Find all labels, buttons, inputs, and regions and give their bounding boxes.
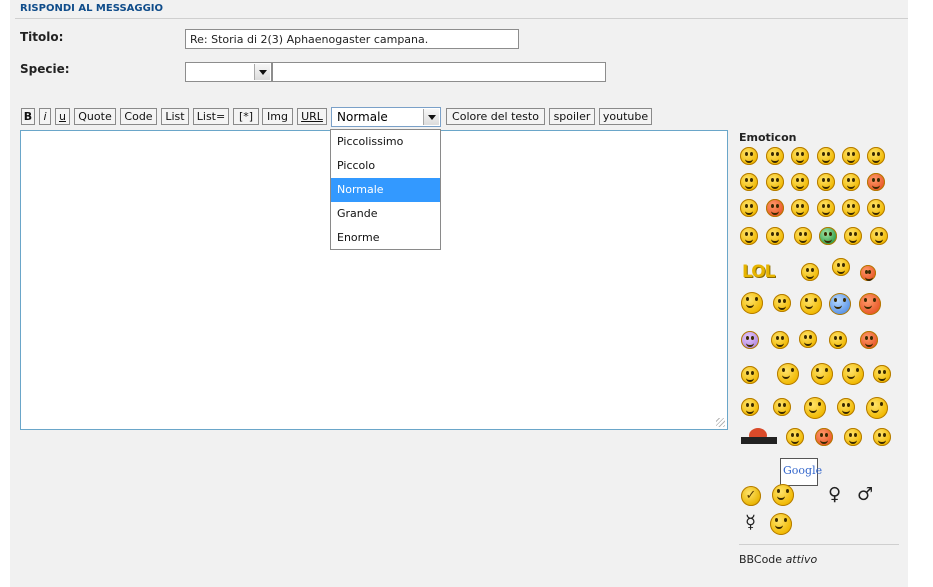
- spoiler-button[interactable]: spoiler: [549, 108, 595, 125]
- titolo-label: Titolo:: [20, 30, 64, 44]
- sad-emoticon-icon[interactable]: [817, 173, 835, 191]
- scream-emoticon-icon[interactable]: [741, 398, 759, 416]
- confused-emoticon-icon[interactable]: [740, 173, 758, 191]
- wink-emoticon-icon[interactable]: [791, 147, 809, 165]
- lol-emoticon-icon[interactable]: LOL: [742, 262, 776, 282]
- specie-label: Specie:: [20, 62, 70, 76]
- youtube-button[interactable]: youtube: [599, 108, 652, 125]
- bbcode-state: attivo: [785, 553, 818, 566]
- list-button[interactable]: List: [161, 108, 189, 125]
- hello-emoticon-icon[interactable]: [832, 258, 850, 276]
- male-symbol-icon[interactable]: ♂: [857, 484, 873, 505]
- blush-emoticon-icon[interactable]: [815, 428, 833, 446]
- font-size-option-enorme[interactable]: Enorme: [331, 226, 440, 250]
- graduate-emoticon-icon[interactable]: [804, 397, 826, 419]
- female-symbol-icon[interactable]: ♀: [828, 484, 841, 505]
- teeth-emoticon-icon[interactable]: [817, 147, 835, 165]
- underline-button[interactable]: u: [55, 108, 70, 125]
- sign-holder-emoticon-icon[interactable]: [772, 484, 794, 506]
- bbcode-status: BBCode attivo: [739, 553, 817, 566]
- specie-select[interactable]: [185, 62, 272, 82]
- razz-emoticon-icon[interactable]: [842, 173, 860, 191]
- neutral-emoticon-icon[interactable]: [740, 199, 758, 217]
- content-emoticon-icon[interactable]: [829, 331, 847, 349]
- happy-emoticon-icon[interactable]: [773, 294, 791, 312]
- arrow-emoticon-icon[interactable]: [766, 227, 784, 245]
- angry-emoticon-icon[interactable]: [867, 173, 885, 191]
- police-emoticon-icon[interactable]: [741, 292, 763, 314]
- font-size-option-piccolissimo[interactable]: Piccolissimo: [331, 130, 440, 154]
- section-divider: [15, 18, 908, 19]
- purple-grin-emoticon-icon[interactable]: [741, 331, 759, 349]
- nerd-emoticon-icon[interactable]: [844, 227, 862, 245]
- font-size-option-grande[interactable]: Grande: [331, 202, 440, 226]
- alien-emoticon-icon[interactable]: [819, 227, 837, 245]
- glasses-emoticon-icon[interactable]: [837, 398, 855, 416]
- code-button[interactable]: Code: [120, 108, 157, 125]
- bbcode-divider: [739, 544, 899, 545]
- worried-emoticon-icon[interactable]: [844, 428, 862, 446]
- jester2-emoticon-icon[interactable]: [811, 363, 833, 385]
- quote-button[interactable]: Quote: [74, 108, 116, 125]
- smile2-emoticon-icon[interactable]: [771, 331, 789, 349]
- mrgreen-emoticon-icon[interactable]: [817, 199, 835, 217]
- jester-emoticon-icon[interactable]: [777, 363, 799, 385]
- cheer-emoticon-icon[interactable]: [866, 397, 888, 419]
- evil-emoticon-icon[interactable]: [766, 199, 784, 217]
- angel-emoticon-icon[interactable]: [842, 363, 864, 385]
- check-emoticon-icon[interactable]: ✓: [741, 486, 761, 506]
- font-size-select[interactable]: Normale: [331, 107, 441, 127]
- img-button[interactable]: Img: [262, 108, 293, 125]
- font-size-dropdown: Piccolissimo Piccolo Normale Grande Enor…: [330, 129, 441, 250]
- chevron-down-icon[interactable]: [423, 109, 439, 125]
- font-size-option-normale[interactable]: Normale: [331, 178, 440, 202]
- sleeping-emoticon-icon[interactable]: [799, 330, 817, 348]
- google-sign-text: Google: [783, 464, 823, 477]
- smile-emoticon-icon[interactable]: [740, 147, 758, 165]
- text-color-button[interactable]: Colore del testo: [446, 108, 545, 125]
- censored-emoticon-icon[interactable]: [741, 428, 777, 446]
- google-sign-icon[interactable]: Google: [780, 458, 822, 486]
- annoyed-emoticon-icon[interactable]: [786, 428, 804, 446]
- cold-emoticon-icon[interactable]: [829, 293, 851, 315]
- resize-grip-icon[interactable]: [716, 418, 725, 427]
- hysterical-emoticon-icon[interactable]: [801, 263, 819, 281]
- facepalm-emoticon-icon[interactable]: [770, 513, 792, 535]
- scared-emoticon-icon[interactable]: [873, 365, 891, 383]
- geek-emoticon-icon[interactable]: [870, 227, 888, 245]
- italic-button[interactable]: i: [39, 108, 51, 125]
- bbcode-label: BBCode: [739, 553, 783, 566]
- cool-emoticon-icon[interactable]: [766, 173, 784, 191]
- laugh-emoticon-icon[interactable]: [791, 173, 809, 191]
- love-emoticon-icon[interactable]: [860, 331, 878, 349]
- question-emoticon-icon[interactable]: [867, 199, 885, 217]
- font-size-option-piccolo[interactable]: Piccolo: [331, 154, 440, 178]
- hermaphrodite-symbol-icon[interactable]: ☿: [745, 512, 756, 533]
- specie-text-input[interactable]: [272, 62, 606, 82]
- idea-emoticon-icon[interactable]: [740, 227, 758, 245]
- list-ordered-button[interactable]: List=: [193, 108, 229, 125]
- list-item-button[interactable]: [*]: [233, 108, 259, 125]
- biggrin-emoticon-icon[interactable]: [800, 293, 822, 315]
- sick-emoticon-icon[interactable]: [794, 227, 812, 245]
- emoticon-title: Emoticon: [739, 131, 797, 144]
- section-title: RISPONDI AL MESSAGGIO: [20, 3, 164, 14]
- exclaim-emoticon-icon[interactable]: [842, 199, 860, 217]
- titolo-input[interactable]: Re: Storia di 2(3) Aphaenogaster campana…: [185, 29, 519, 49]
- shocked-emoticon-icon[interactable]: [842, 147, 860, 165]
- cry-emoticon-icon[interactable]: [773, 398, 791, 416]
- kiss-emoticon-icon[interactable]: [741, 366, 759, 384]
- censored-bar: [741, 437, 777, 444]
- hot-emoticon-icon[interactable]: [859, 293, 881, 315]
- chevron-down-icon[interactable]: [254, 64, 270, 80]
- twisted-emoticon-icon[interactable]: [791, 199, 809, 217]
- pig-emoticon-icon[interactable]: [860, 265, 876, 281]
- rolleyes-emoticon-icon[interactable]: [867, 147, 885, 165]
- grin-emoticon-icon[interactable]: [766, 147, 784, 165]
- bold-button[interactable]: B: [21, 108, 35, 125]
- question2-emoticon-icon[interactable]: [873, 428, 891, 446]
- url-button[interactable]: URL: [297, 108, 327, 125]
- font-size-select-value: Normale: [337, 110, 388, 124]
